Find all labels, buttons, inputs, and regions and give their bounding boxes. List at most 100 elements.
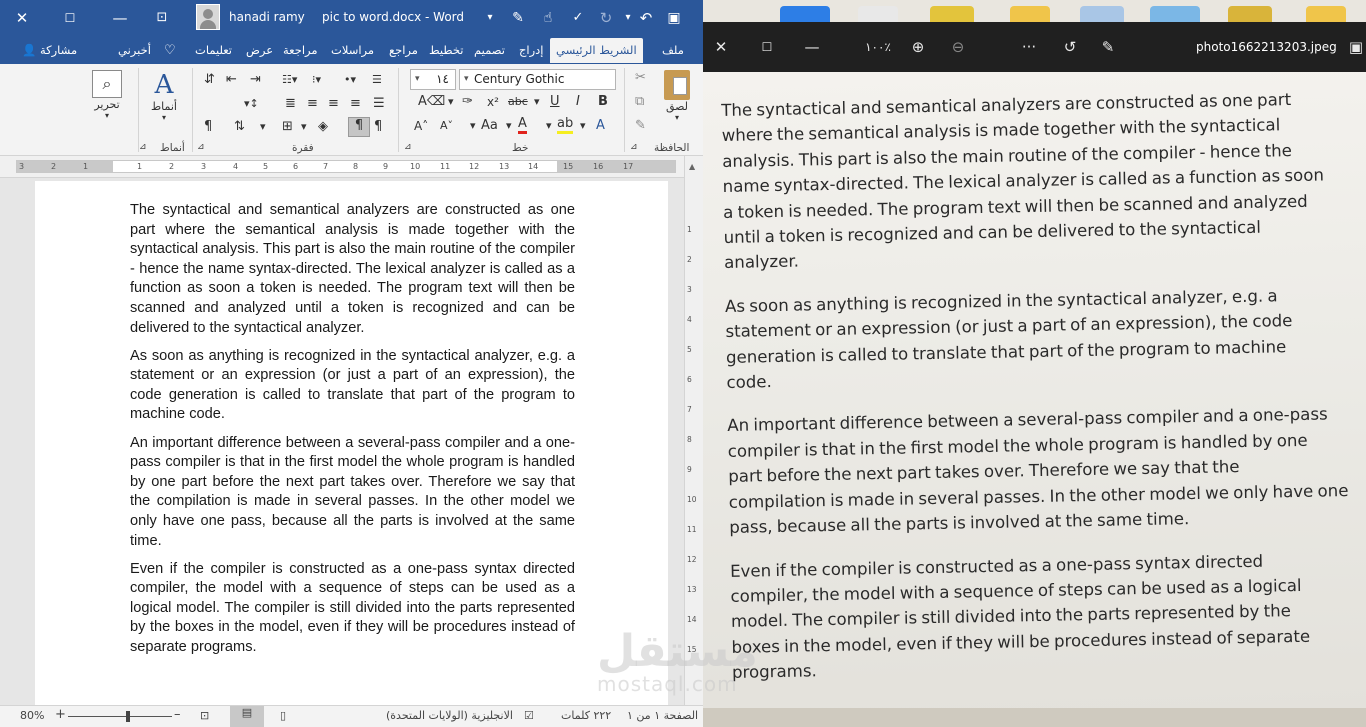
minimize-icon[interactable]: — — [110, 8, 130, 28]
dialog-launcher-icon[interactable]: ⊿ — [139, 142, 147, 152]
customize-icon[interactable]: ▾ — [480, 8, 500, 28]
user-name[interactable]: hanadi ramy — [229, 10, 305, 24]
tab-mailings[interactable]: مراسلات — [331, 43, 374, 57]
editing-button[interactable]: ⌕ تحرير ▾ — [88, 70, 126, 120]
underline-icon[interactable]: U — [550, 94, 560, 110]
desktop-icon[interactable] — [1306, 6, 1346, 22]
touch-mode-icon[interactable]: ☝ — [538, 8, 558, 28]
sort-ascending-icon[interactable]: ⇅ — [234, 119, 245, 135]
doc-paragraph[interactable]: The syntactical and semantical analyzers… — [130, 201, 575, 338]
horizontal-ruler[interactable]: 3 2 1 1 2 3 4 5 6 7 8 9 10 11 12 13 14 1… — [0, 156, 684, 178]
align-left-icon[interactable]: ≡ — [350, 96, 361, 112]
desktop-icon[interactable] — [858, 6, 898, 22]
chevron-down-icon[interactable]: ▾ — [546, 118, 552, 134]
italic-icon[interactable]: I — [576, 94, 580, 110]
copy-icon[interactable]: ⧉ — [635, 94, 644, 110]
scroll-up-icon[interactable]: ▲ — [689, 162, 695, 171]
rtl-pilcrow-icon[interactable]: ¶ — [374, 119, 382, 135]
shading-dropdown-icon[interactable]: ▾ — [301, 119, 307, 135]
chevron-down-icon[interactable]: ▾ — [580, 118, 586, 134]
doc-paragraph[interactable]: Even if the compiler is constructed as a… — [130, 560, 575, 658]
zoom-level[interactable]: 80% — [20, 709, 44, 722]
shading-icon[interactable]: ◈ — [318, 119, 328, 135]
avatar[interactable] — [196, 4, 220, 30]
rotate-icon[interactable]: ↺ — [1059, 36, 1081, 58]
zoom-in-icon[interactable]: + — [55, 707, 66, 722]
print-layout-icon[interactable]: ▤ — [230, 706, 264, 727]
page-count[interactable]: الصفحة ١ من ١ — [627, 709, 698, 722]
proofing-icon[interactable]: ☑ — [524, 709, 534, 722]
text-effect-icon[interactable]: A — [596, 118, 605, 134]
zoom-out-icon[interactable]: – — [174, 707, 181, 722]
highlight-icon[interactable]: ab — [557, 116, 574, 134]
tab-view[interactable]: عرض — [246, 43, 273, 57]
tab-review[interactable]: مراجعة — [283, 43, 318, 57]
list-icon[interactable]: ☰ — [372, 72, 382, 88]
edit-icon[interactable]: ✎ — [508, 8, 528, 28]
minimize-icon[interactable]: — — [801, 36, 823, 58]
word-count[interactable]: ٢٢٢ كلمات — [561, 709, 611, 722]
tab-share[interactable]: 👤 مشاركة — [22, 43, 77, 57]
zoom-out-icon[interactable]: ⊖ — [947, 36, 969, 58]
shrink-font-icon[interactable]: A˅ — [440, 118, 453, 134]
chevron-down-icon[interactable]: ▾ — [534, 94, 540, 110]
zoom-percent[interactable]: ١٠٠٪ — [861, 36, 895, 58]
photo-canvas[interactable]: The syntactical and semantical analyzers… — [703, 72, 1366, 708]
lightbulb-icon[interactable]: ♡ — [164, 43, 176, 58]
distributed-icon[interactable]: ☰ — [373, 96, 385, 112]
line-spacing-icon[interactable]: ▾↕ — [244, 96, 259, 112]
font-color-icon[interactable]: A — [518, 116, 527, 134]
font-name-combo[interactable]: ▾ Century Gothic — [459, 69, 616, 90]
tab-layout[interactable]: تخطيط — [429, 43, 463, 57]
dialog-launcher-icon[interactable]: ⊿ — [630, 142, 638, 152]
edit-image-icon[interactable]: ✎ — [1097, 36, 1119, 58]
desktop-icon[interactable] — [930, 6, 974, 22]
undo-icon[interactable]: ↶ — [636, 8, 656, 28]
slideshow-icon[interactable]: ▣ — [1345, 36, 1366, 58]
format-painter-icon[interactable]: ✎ — [635, 118, 646, 134]
read-mode-icon[interactable]: ▯ — [280, 709, 286, 722]
language-status[interactable]: الانجليزية (الولايات المتحدة) — [386, 709, 513, 722]
tab-file[interactable]: ملف — [662, 43, 684, 57]
ltr-indent-icon[interactable]: ⇥ — [250, 72, 261, 88]
desktop-icon[interactable] — [1228, 6, 1272, 22]
paste-button[interactable]: لصق ▾ — [659, 70, 695, 122]
borders-icon[interactable]: ▾ — [260, 119, 266, 135]
clear-formatting-icon[interactable]: A⌫ — [418, 94, 445, 110]
strikethrough-icon[interactable]: abc — [508, 94, 528, 110]
desktop-icon[interactable] — [1080, 6, 1124, 22]
document-page[interactable]: The syntactical and semantical analyzers… — [35, 181, 668, 705]
styles-button[interactable]: A أنماط ▾ — [144, 70, 184, 122]
zoom-slider[interactable] — [68, 716, 172, 717]
zoom-slider-thumb[interactable] — [126, 711, 130, 722]
chevron-down-icon[interactable]: ▾ — [506, 118, 512, 134]
align-center-icon[interactable]: ≡ — [328, 96, 339, 112]
bullets-icon[interactable]: •▾ — [344, 72, 356, 88]
close-icon[interactable]: ✕ — [12, 8, 32, 28]
tab-help[interactable]: تعليمات — [195, 43, 232, 57]
tab-home[interactable]: الشريط الرئيسي — [550, 38, 643, 63]
dialog-launcher-icon[interactable]: ⊿ — [197, 142, 205, 152]
tab-tell-me[interactable]: أخبرني — [118, 43, 151, 57]
align-right-icon[interactable]: ≡ — [307, 96, 318, 112]
doc-paragraph[interactable]: As soon as anything is recognized in the… — [130, 347, 575, 425]
numbering-icon[interactable]: ⁝▾ — [312, 72, 321, 88]
rtl-indent-icon[interactable]: ⇤ — [226, 72, 237, 88]
check-icon[interactable]: ✓ — [568, 8, 588, 28]
change-case-icon[interactable]: Aa — [481, 118, 498, 134]
show-marks-icon[interactable]: ¶ — [348, 117, 370, 137]
font-size-combo[interactable]: ▾ ١٤ — [410, 69, 456, 90]
desktop-icon[interactable] — [1150, 6, 1200, 22]
save-icon[interactable]: ▣ — [664, 8, 684, 28]
chevron-down-icon[interactable]: ▾ — [448, 94, 454, 110]
document-body[interactable]: The syntactical and semantical analyzers… — [130, 201, 575, 666]
cut-icon[interactable]: ✂ — [635, 70, 646, 86]
sort-icon[interactable]: ⇵ — [204, 72, 215, 88]
repeat-icon[interactable]: ↻ — [596, 8, 616, 28]
ribbon-display-icon[interactable]: ⊡ — [152, 8, 172, 28]
multilevel-list-icon[interactable]: ☷▾ — [282, 72, 297, 88]
close-icon[interactable]: ✕ — [710, 36, 732, 58]
grow-font-icon[interactable]: A˄ — [414, 118, 428, 134]
align-justify-icon[interactable]: ≣ — [285, 96, 296, 112]
zoom-in-icon[interactable]: ⊕ — [907, 36, 929, 58]
